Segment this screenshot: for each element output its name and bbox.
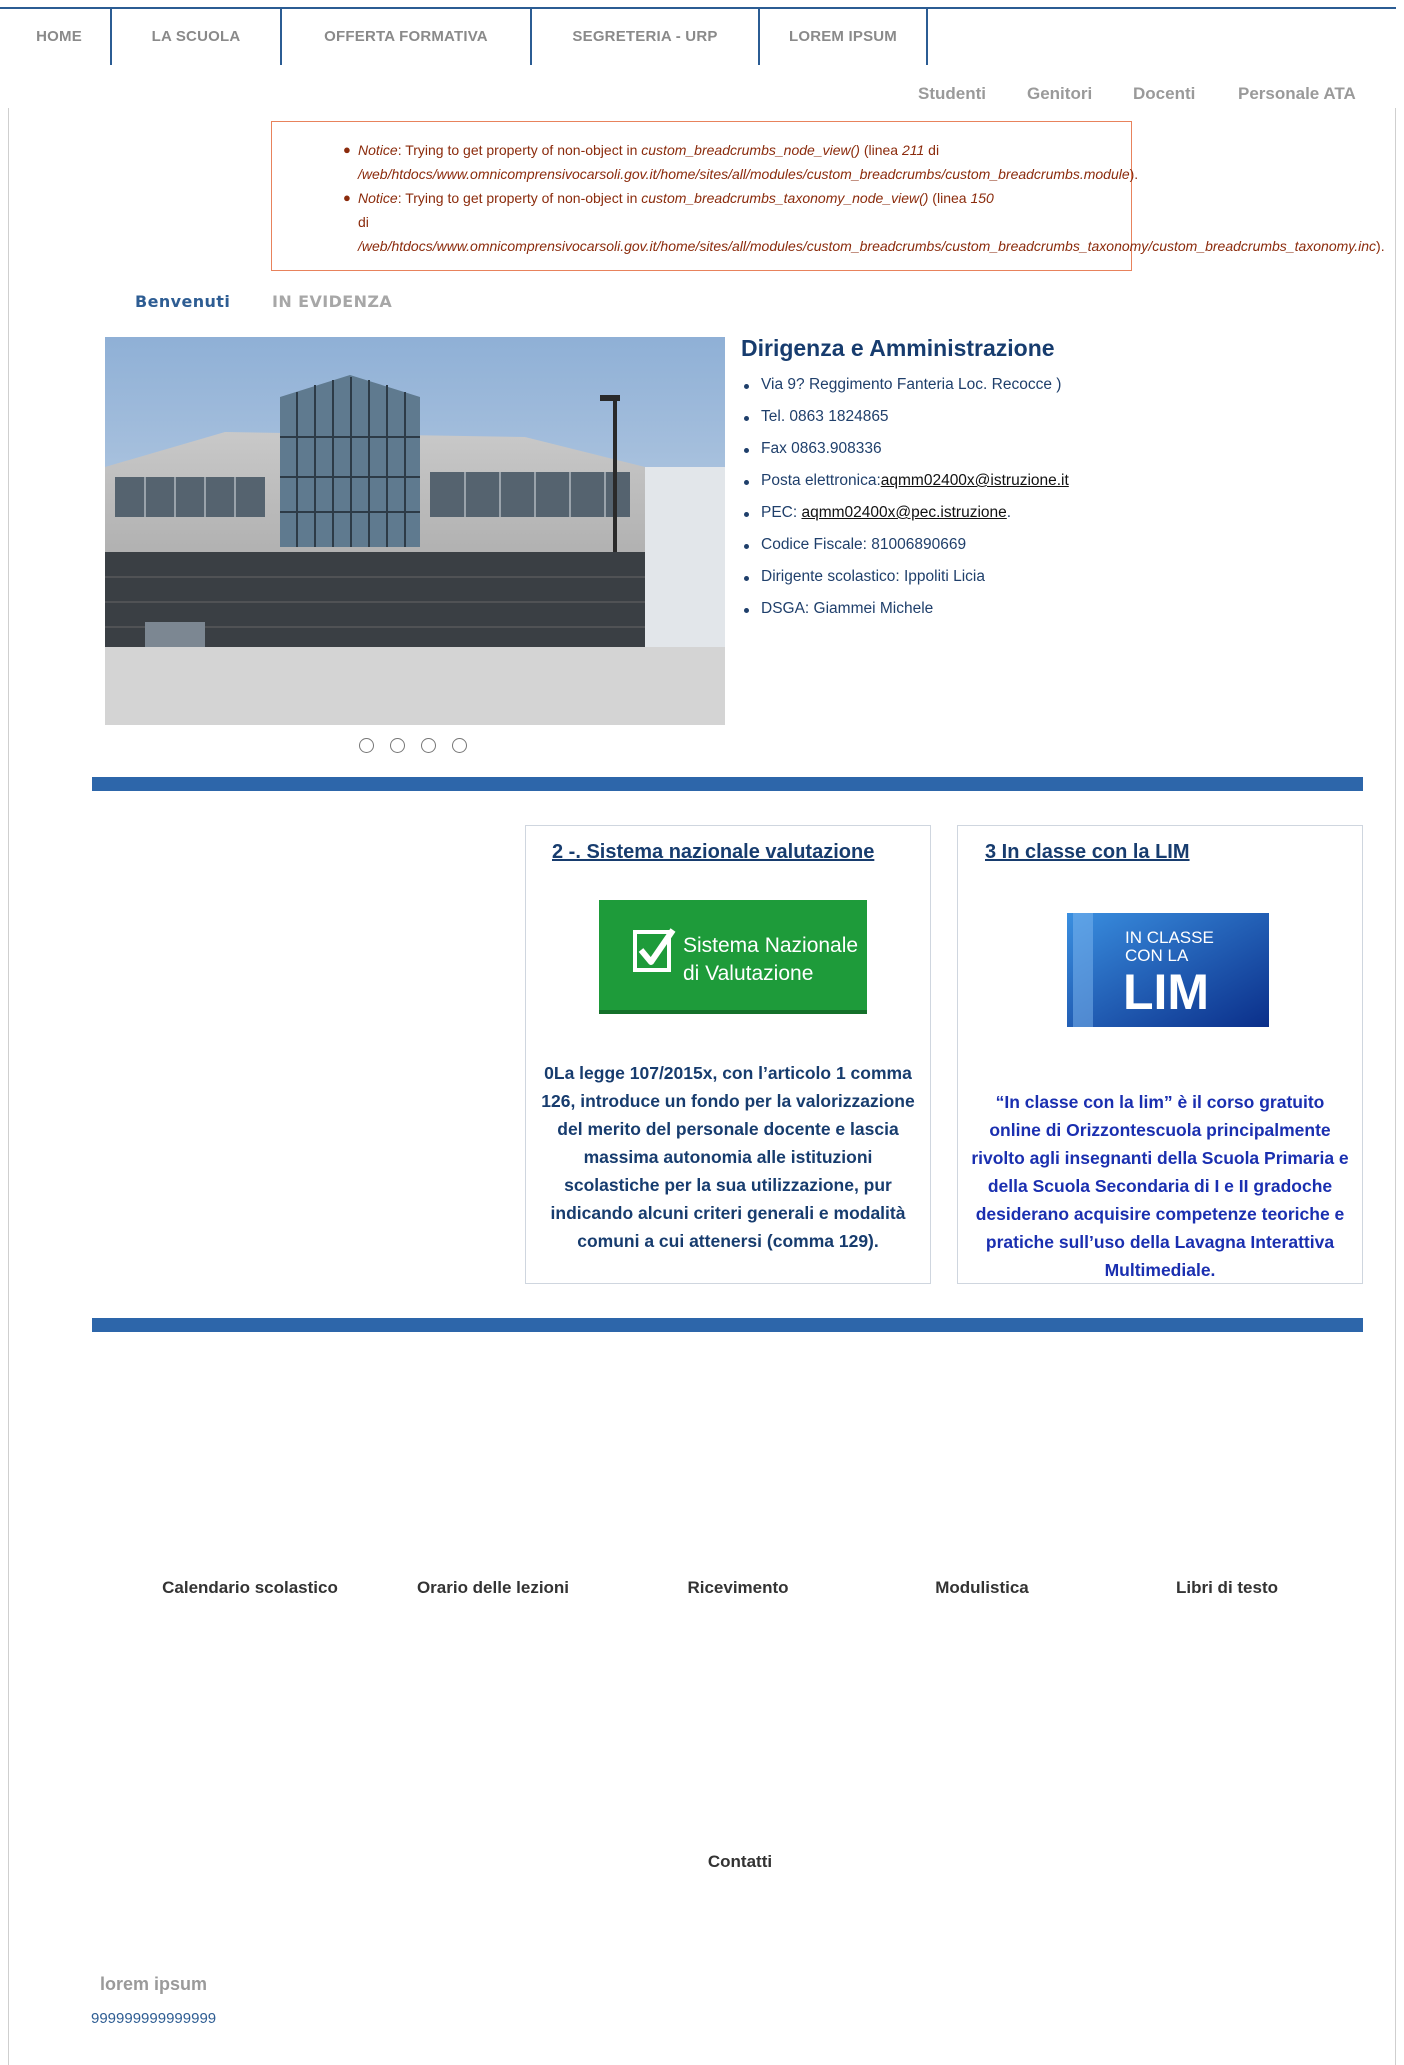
footer-title: lorem ipsum xyxy=(100,1974,208,1994)
info-dsga: DSGA: Giammei Michele xyxy=(743,600,1069,632)
notice-path: /web/htdocs/www.omnicomprensivocarsoli.g… xyxy=(358,238,1385,254)
section-divider xyxy=(92,1318,1363,1332)
card-text: “In classe con la lim” è il corso gratui… xyxy=(971,1092,1349,1280)
card-in-classe-lim: 3 In classe con la LIM IN CLASSE CON LA … xyxy=(957,825,1363,1284)
lim-banner-graphic: IN CLASSE CON LA LIM xyxy=(1067,913,1269,1027)
info-list: Via 9? Reggimento Fanteria Loc. Recocce … xyxy=(743,376,1069,632)
lim-banner-line3: LIM xyxy=(1123,964,1209,1020)
nav-offerta-formativa[interactable]: OFFERTA FORMATIVA xyxy=(282,9,530,65)
notice-box: ● Notice: Trying to get property of non-o… xyxy=(271,121,1385,271)
info-address: Via 9? Reggimento Fanteria Loc. Recocce … xyxy=(743,376,1069,408)
nav-separator xyxy=(926,9,928,65)
notice-path: /web/htdocs/www.omnicomprensivocarsoli.g… xyxy=(358,166,1139,182)
slider-dot-2[interactable] xyxy=(390,738,405,753)
card-sistema-valutazione: 2 -. Sistema nazionale valutazione Siste… xyxy=(525,825,931,1284)
school-building-illustration xyxy=(105,337,725,725)
notice-list: ● Notice: Trying to get property of non-o… xyxy=(343,138,1385,258)
tab-benvenuti[interactable]: Benvenuti xyxy=(135,292,230,311)
notice-di: di xyxy=(358,214,369,230)
card-text: 0La legge 107/2015x, con l’articolo 1 co… xyxy=(541,1063,915,1251)
info-dirigente: Dirigente scolastico: Ippoliti Licia xyxy=(743,568,1069,600)
info-codice-fiscale: Codice Fiscale: 81006890669 xyxy=(743,536,1069,568)
lim-banner-line2: CON LA xyxy=(1125,946,1189,965)
quick-link-orario[interactable]: Orario delle lezioni xyxy=(373,1578,613,1598)
lim-banner[interactable]: IN CLASSE CON LA LIM xyxy=(1067,913,1269,1027)
user-link-studenti[interactable]: Studenti xyxy=(918,84,986,104)
user-link-docenti[interactable]: Docenti xyxy=(1133,84,1195,104)
info-fax: Fax 0863.908336 xyxy=(743,440,1069,472)
quick-link-modulistica[interactable]: Modulistica xyxy=(862,1578,1102,1598)
user-link-genitori[interactable]: Genitori xyxy=(1027,84,1092,104)
nav-home[interactable]: HOME xyxy=(8,9,110,65)
nav-la-scuola[interactable]: LA SCUOLA xyxy=(112,9,280,65)
footer-number: 999999999999999 xyxy=(91,2010,217,2027)
snv-banner-graphic: Sistema Nazionale di Valutazione xyxy=(599,900,867,1014)
info-pec: PEC: aqmm02400x@pec.istruzione. xyxy=(743,504,1069,536)
card-title-link[interactable]: 2 -. Sistema nazionale valutazione xyxy=(552,841,874,864)
info-email: Posta elettronica:aqmm02400x@istruzione.… xyxy=(743,472,1069,504)
quick-link-calendario[interactable]: Calendario scolastico xyxy=(130,1578,370,1598)
school-building-photo xyxy=(105,337,725,725)
card-title-link[interactable]: 3 In classe con la LIM xyxy=(985,841,1190,864)
quick-link-ricevimento[interactable]: Ricevimento xyxy=(618,1578,858,1598)
tab-in-evidenza[interactable]: IN EVIDENZA xyxy=(272,292,392,311)
nav-lorem-ipsum[interactable]: LOREM IPSUM xyxy=(760,9,926,65)
user-link-personale-ata[interactable]: Personale ATA xyxy=(1238,84,1356,104)
info-title: Dirigenza e Amministrazione xyxy=(741,335,1055,361)
lim-banner-line1: IN CLASSE xyxy=(1125,928,1214,947)
pec-link[interactable]: aqmm02400x@pec.istruzione xyxy=(801,504,1006,521)
notice-item: ● Notice: Trying to get property of non-o… xyxy=(343,190,994,206)
snv-banner[interactable]: Sistema Nazionale di Valutazione xyxy=(599,900,867,1014)
section-divider xyxy=(92,777,1363,791)
quick-link-libri-di-testo[interactable]: Libri di testo xyxy=(1107,1578,1347,1598)
slider-dot-4[interactable] xyxy=(452,738,467,753)
nav-segreteria-urp[interactable]: SEGRETERIA - URP xyxy=(532,9,758,65)
notice-item: ● Notice: Trying to get property of non-o… xyxy=(343,142,940,158)
snv-banner-line2: di Valutazione xyxy=(683,962,813,985)
snv-banner-line1: Sistema Nazionale xyxy=(683,934,858,957)
contatti-link[interactable]: Contatti xyxy=(640,1852,840,1872)
info-tel: Tel. 0863 1824865 xyxy=(743,408,1069,440)
slider-dot-3[interactable] xyxy=(421,738,436,753)
email-link[interactable]: aqmm02400x@istruzione.it xyxy=(881,472,1069,489)
slider-dot-1[interactable] xyxy=(359,738,374,753)
